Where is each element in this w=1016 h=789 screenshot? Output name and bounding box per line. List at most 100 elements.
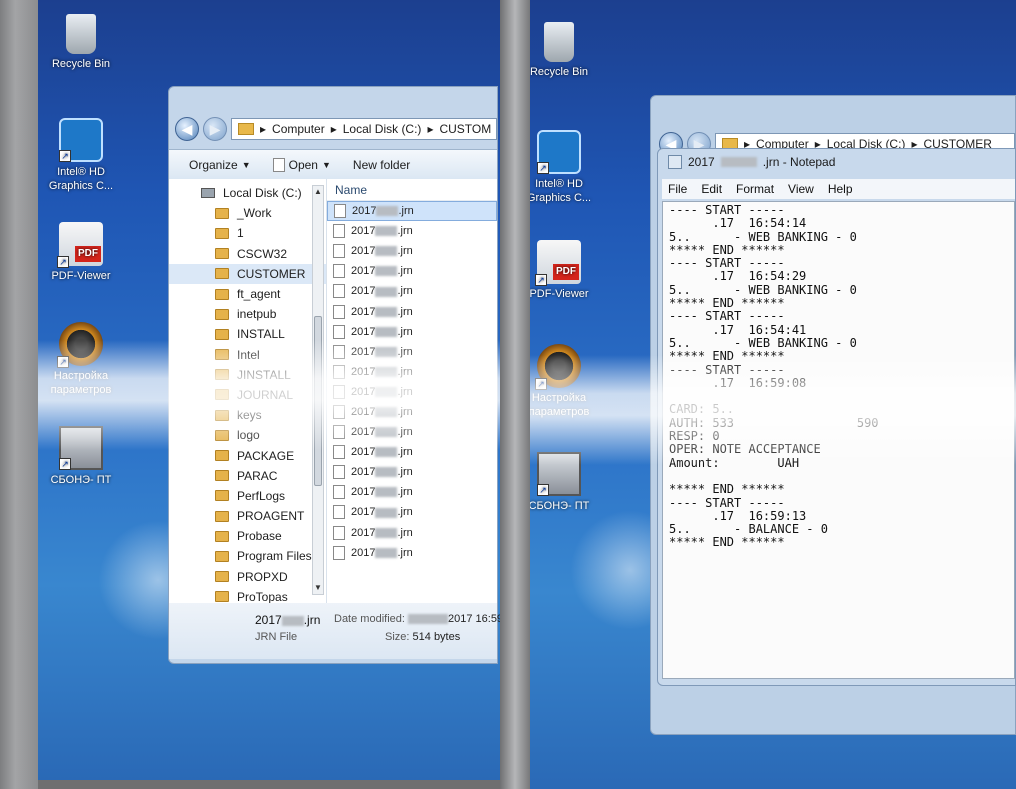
file-name: 2017 .jrn — [351, 365, 413, 378]
file-list-item[interactable]: 2017 .jrn — [327, 241, 497, 261]
menu-format[interactable]: Format — [736, 182, 774, 196]
folder-icon — [215, 429, 229, 441]
file-name: 2017 .jrn — [351, 305, 413, 318]
back-button[interactable]: ◀ — [175, 117, 199, 141]
organize-button[interactable]: Organize ▼ — [189, 158, 251, 172]
nav-item[interactable]: inetpub — [169, 304, 326, 324]
notepad-text-area[interactable]: ---- START ----- .17 16:54:14 5.. - WEB B… — [662, 201, 1015, 679]
document-icon — [333, 485, 345, 500]
file-list-item[interactable]: 2017 .jrn — [327, 502, 497, 522]
folder-icon — [215, 227, 229, 239]
desktop-icon-label: СБОНЭ- ПТ — [530, 500, 590, 512]
breadcrumb-customer[interactable]: CUSTOM — [439, 122, 491, 136]
nav-item-label: JOURNAL — [237, 387, 294, 402]
nav-item[interactable]: Intel — [169, 345, 326, 365]
journal-line: ---- START ----- — [669, 495, 785, 510]
nav-item[interactable]: JOURNAL — [169, 385, 326, 405]
open-button[interactable]: Open ▼ — [272, 157, 331, 172]
file-list-item[interactable]: 2017 .jrn — [327, 422, 497, 442]
nav-item[interactable]: CSCW32 — [169, 244, 326, 264]
file-list-item[interactable]: 2017 .jrn — [327, 382, 497, 402]
photo-bezel-left — [0, 0, 38, 789]
nav-item[interactable]: PACKAGE — [169, 445, 326, 465]
nav-item[interactable]: PARAC — [169, 466, 326, 486]
journal-line: 5.. - WEB BANKING - 0 — [669, 282, 857, 297]
desktop-icon-pdf-viewer[interactable]: ↗ PDF-Viewer — [530, 240, 602, 301]
notepad-menubar: File Edit Format View Help — [662, 179, 1015, 199]
nav-item[interactable]: PROPXD — [169, 567, 326, 587]
nav-item[interactable]: Probase — [169, 526, 326, 546]
nav-item[interactable]: INSTALL — [169, 324, 326, 344]
nav-item[interactable]: keys — [169, 405, 326, 425]
nav-item[interactable]: 1 — [169, 223, 326, 243]
nav-item-label: logo — [237, 428, 260, 443]
breadcrumb-computer[interactable]: Computer — [272, 122, 325, 136]
nav-item[interactable]: Program Files — [169, 546, 326, 566]
file-list-item[interactable]: 2017 .jrn — [327, 402, 497, 422]
file-name: 2017 .jrn — [351, 345, 413, 358]
breadcrumb-local-disk[interactable]: Local Disk (C:) — [343, 122, 422, 136]
nav-item-label: Local Disk (C:) — [223, 186, 302, 201]
file-list-item[interactable]: 2017 .jrn — [327, 543, 497, 563]
folder-icon — [215, 248, 229, 260]
document-icon — [333, 404, 345, 419]
forward-button[interactable]: ▶ — [203, 117, 227, 141]
file-list-item[interactable]: 2017 .jrn — [327, 281, 497, 301]
nav-item[interactable]: CUSTOMER — [169, 263, 326, 284]
scrollbar-thumb[interactable] — [314, 316, 322, 486]
scroll-down-arrow-icon[interactable]: ▼ — [313, 582, 323, 594]
nav-scrollbar[interactable]: ▲ ▼ — [312, 185, 324, 595]
file-name: 2017 .jrn — [351, 285, 413, 298]
desktop-icon-label: Настройка параметров — [530, 392, 590, 418]
menu-file[interactable]: File — [668, 182, 687, 196]
address-bar[interactable]: ▸ Computer ▸ Local Disk (C:) ▸ CUSTOM — [231, 118, 497, 140]
journal-line: 5.. - WEB BANKING - 0 — [669, 335, 857, 350]
folder-icon — [215, 470, 229, 482]
file-list-item[interactable]: 2017 .jrn — [327, 261, 497, 281]
file-list-item[interactable]: 2017 .jrn — [327, 201, 497, 222]
file-list-item[interactable]: 2017 .jrn — [327, 362, 497, 382]
new-folder-button[interactable]: New folder — [353, 158, 410, 172]
menu-edit[interactable]: Edit — [701, 182, 722, 196]
nav-item[interactable]: logo — [169, 425, 326, 445]
nav-item[interactable]: JINSTALL — [169, 365, 326, 385]
nav-item[interactable]: _Work — [169, 203, 326, 223]
nav-item[interactable]: PerfLogs — [169, 486, 326, 506]
desktop-icon-settings[interactable]: ↗ Настройка параметров — [38, 322, 124, 397]
scroll-up-arrow-icon[interactable]: ▲ — [313, 186, 323, 198]
file-list-item[interactable]: 2017 .jrn — [327, 442, 497, 462]
nav-item-label: JINSTALL — [237, 367, 291, 382]
folder-icon — [215, 530, 229, 542]
file-list-item[interactable]: 2017 .jrn — [327, 462, 497, 482]
nav-item[interactable]: Local Disk (C:) — [169, 183, 326, 203]
nav-item-label: 1 — [237, 226, 244, 241]
file-list-item[interactable]: 2017 .jrn — [327, 482, 497, 502]
chevron-down-icon: ▼ — [321, 159, 331, 170]
menu-help[interactable]: Help — [828, 182, 853, 196]
file-list-item[interactable]: 2017 .jrn — [327, 523, 497, 543]
file-list-item[interactable]: 2017 .jrn — [327, 322, 497, 342]
address-separator: ▸ — [330, 122, 337, 136]
nav-item-label: PROPXD — [237, 569, 288, 584]
file-list-item[interactable]: 2017 .jrn — [327, 221, 497, 241]
desktop-icon-settings[interactable]: ↗ Настройка параметров — [530, 344, 602, 419]
nav-item[interactable]: PROAGENT — [169, 506, 326, 526]
desktop-icon-intel[interactable]: ↗ Intel® HD Graphics C... — [530, 130, 602, 205]
notepad-icon — [668, 155, 682, 169]
file-list-item[interactable]: 2017 .jrn — [327, 301, 497, 321]
desktop-icon-computer[interactable]: ↗ СБОНЭ- ПТ — [38, 426, 124, 487]
file-list-item[interactable]: 2017 .jrn — [327, 342, 497, 362]
settings-gear-icon: ↗ — [57, 322, 103, 368]
pdf-viewer-icon: ↗ — [535, 240, 581, 286]
details-pane: 2017 .jrn JRN File Date modified: 2017 16… — [169, 603, 500, 659]
desktop-icon-recycle-bin[interactable]: Recycle Bin — [530, 22, 602, 79]
menu-view[interactable]: View — [788, 182, 814, 196]
document-icon — [333, 465, 345, 480]
desktop-icon-computer[interactable]: ↗ СБОНЭ- ПТ — [530, 452, 602, 513]
nav-item-label: PerfLogs — [237, 488, 286, 503]
nav-item[interactable]: ft_agent — [169, 284, 326, 304]
desktop-icon-intel[interactable]: ↗ Intel® HD Graphics C... — [38, 118, 124, 193]
desktop-icon-pdf-viewer[interactable]: ↗ PDF-Viewer — [38, 222, 124, 283]
desktop-icon-recycle-bin[interactable]: Recycle Bin — [38, 14, 124, 71]
column-header-name[interactable]: Name — [327, 179, 497, 201]
